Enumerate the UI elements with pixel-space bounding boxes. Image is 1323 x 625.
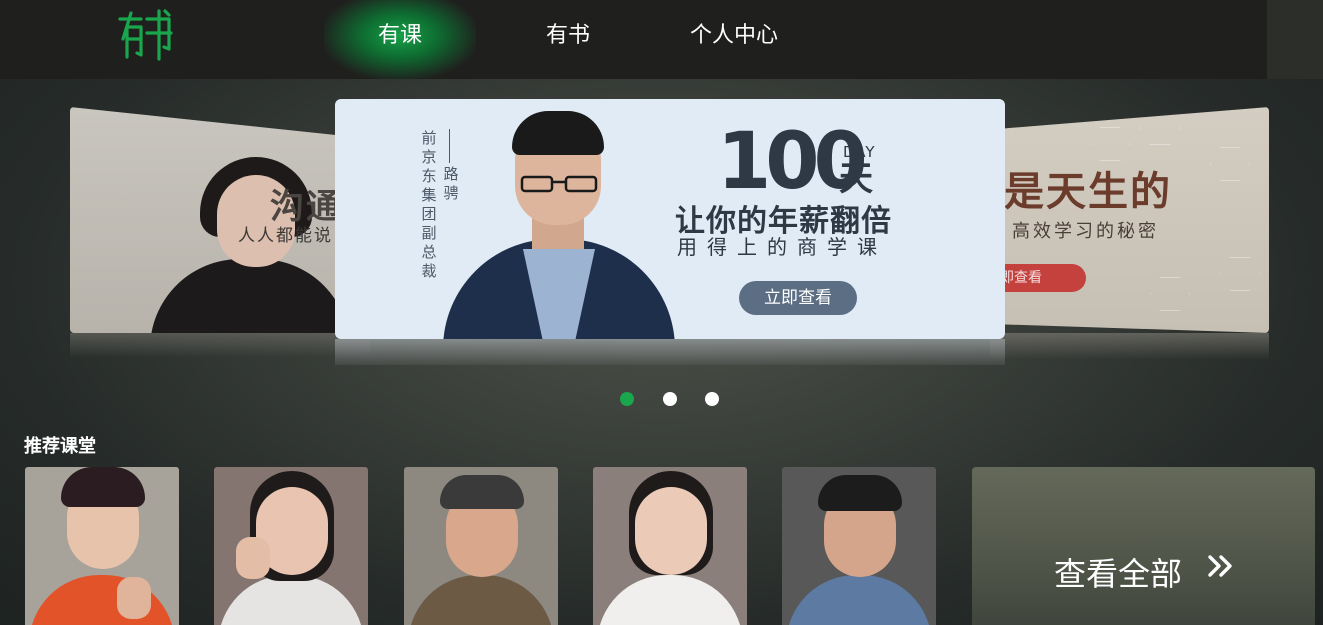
hexagon-decoration xyxy=(1140,111,1180,145)
carousel-pagination xyxy=(0,392,1323,406)
left-slide-person-body xyxy=(150,259,350,333)
hexagon-decoration xyxy=(1220,257,1260,291)
nav-tab-youshu[interactable]: 有书 xyxy=(518,0,618,79)
view-now-button[interactable]: 立即查看 xyxy=(739,281,857,315)
banner-carousel: 沟通 人人都能说 是天生的 高效学习的秘密 即查看 前京东集团副总裁 路骋 10… xyxy=(0,79,1323,419)
course-card-person-hand xyxy=(117,577,151,619)
speaker-hair xyxy=(512,111,604,155)
carousel-dot-2[interactable] xyxy=(663,392,677,406)
course-card-5[interactable] xyxy=(782,467,936,625)
glasses-icon xyxy=(520,175,598,193)
speaker-name: 路骋 xyxy=(443,165,459,202)
course-card-person-body xyxy=(408,575,554,625)
course-card-3[interactable] xyxy=(404,467,558,625)
carousel-dot-1[interactable] xyxy=(620,392,634,406)
hexagon-decoration xyxy=(1150,277,1190,311)
speaker-divider xyxy=(449,129,450,163)
logo-icon xyxy=(118,9,173,61)
right-slide-reflection xyxy=(990,333,1269,359)
course-card-person-body xyxy=(29,575,175,625)
course-card-person-body xyxy=(218,575,364,625)
promo-subline: 用得上的商学课 xyxy=(677,235,887,259)
hexagon-decoration xyxy=(1090,127,1130,161)
nav-tab-personal-center[interactable]: 个人中心 xyxy=(672,0,796,79)
carousel-slide-right[interactable]: 是天生的 高效学习的秘密 即查看 xyxy=(990,107,1269,333)
course-card-4[interactable] xyxy=(593,467,747,625)
speaker-title: 前京东集团副总裁 xyxy=(421,129,437,280)
course-card-1[interactable] xyxy=(25,467,179,625)
view-all-label: 查看全部 xyxy=(1054,555,1183,593)
nav-tab-youke[interactable]: 有课 xyxy=(324,0,476,79)
double-chevron-right-icon xyxy=(1208,555,1232,577)
course-card-2[interactable] xyxy=(214,467,368,625)
main-slide-reflection xyxy=(335,339,1005,365)
course-card-person-body xyxy=(786,575,932,625)
hexagon-decoration xyxy=(1210,147,1250,181)
promo-day-cn: 天 xyxy=(839,159,873,199)
course-card-person-hair xyxy=(818,475,902,511)
course-card-person-hair xyxy=(61,467,145,507)
left-slide-reflection xyxy=(70,333,370,357)
header-filler xyxy=(1267,0,1323,79)
carousel-slide-main[interactable]: 前京东集团副总裁 路骋 100 DAY 天 让你的年薪翻倍 用得上的商学课 立即… xyxy=(335,99,1005,339)
course-card-person-face xyxy=(635,487,707,575)
course-card-person-hair xyxy=(440,475,524,509)
youshu-logo[interactable] xyxy=(117,9,173,61)
course-card-person-hand xyxy=(236,537,270,579)
view-all-button[interactable]: 查看全部 xyxy=(972,467,1315,625)
top-nav-bar: 有课 有书 个人中心 xyxy=(0,0,1267,79)
right-slide-subtitle: 高效学习的秘密 xyxy=(1012,221,1159,242)
section-title-recommended: 推荐课堂 xyxy=(24,436,96,457)
carousel-dot-3[interactable] xyxy=(705,392,719,406)
left-slide-subtitle: 人人都能说 xyxy=(238,226,333,246)
right-slide-title: 是天生的 xyxy=(1004,168,1172,215)
carousel-slide-left[interactable]: 沟通 人人都能说 xyxy=(70,107,370,333)
course-card-person-body xyxy=(597,575,743,625)
